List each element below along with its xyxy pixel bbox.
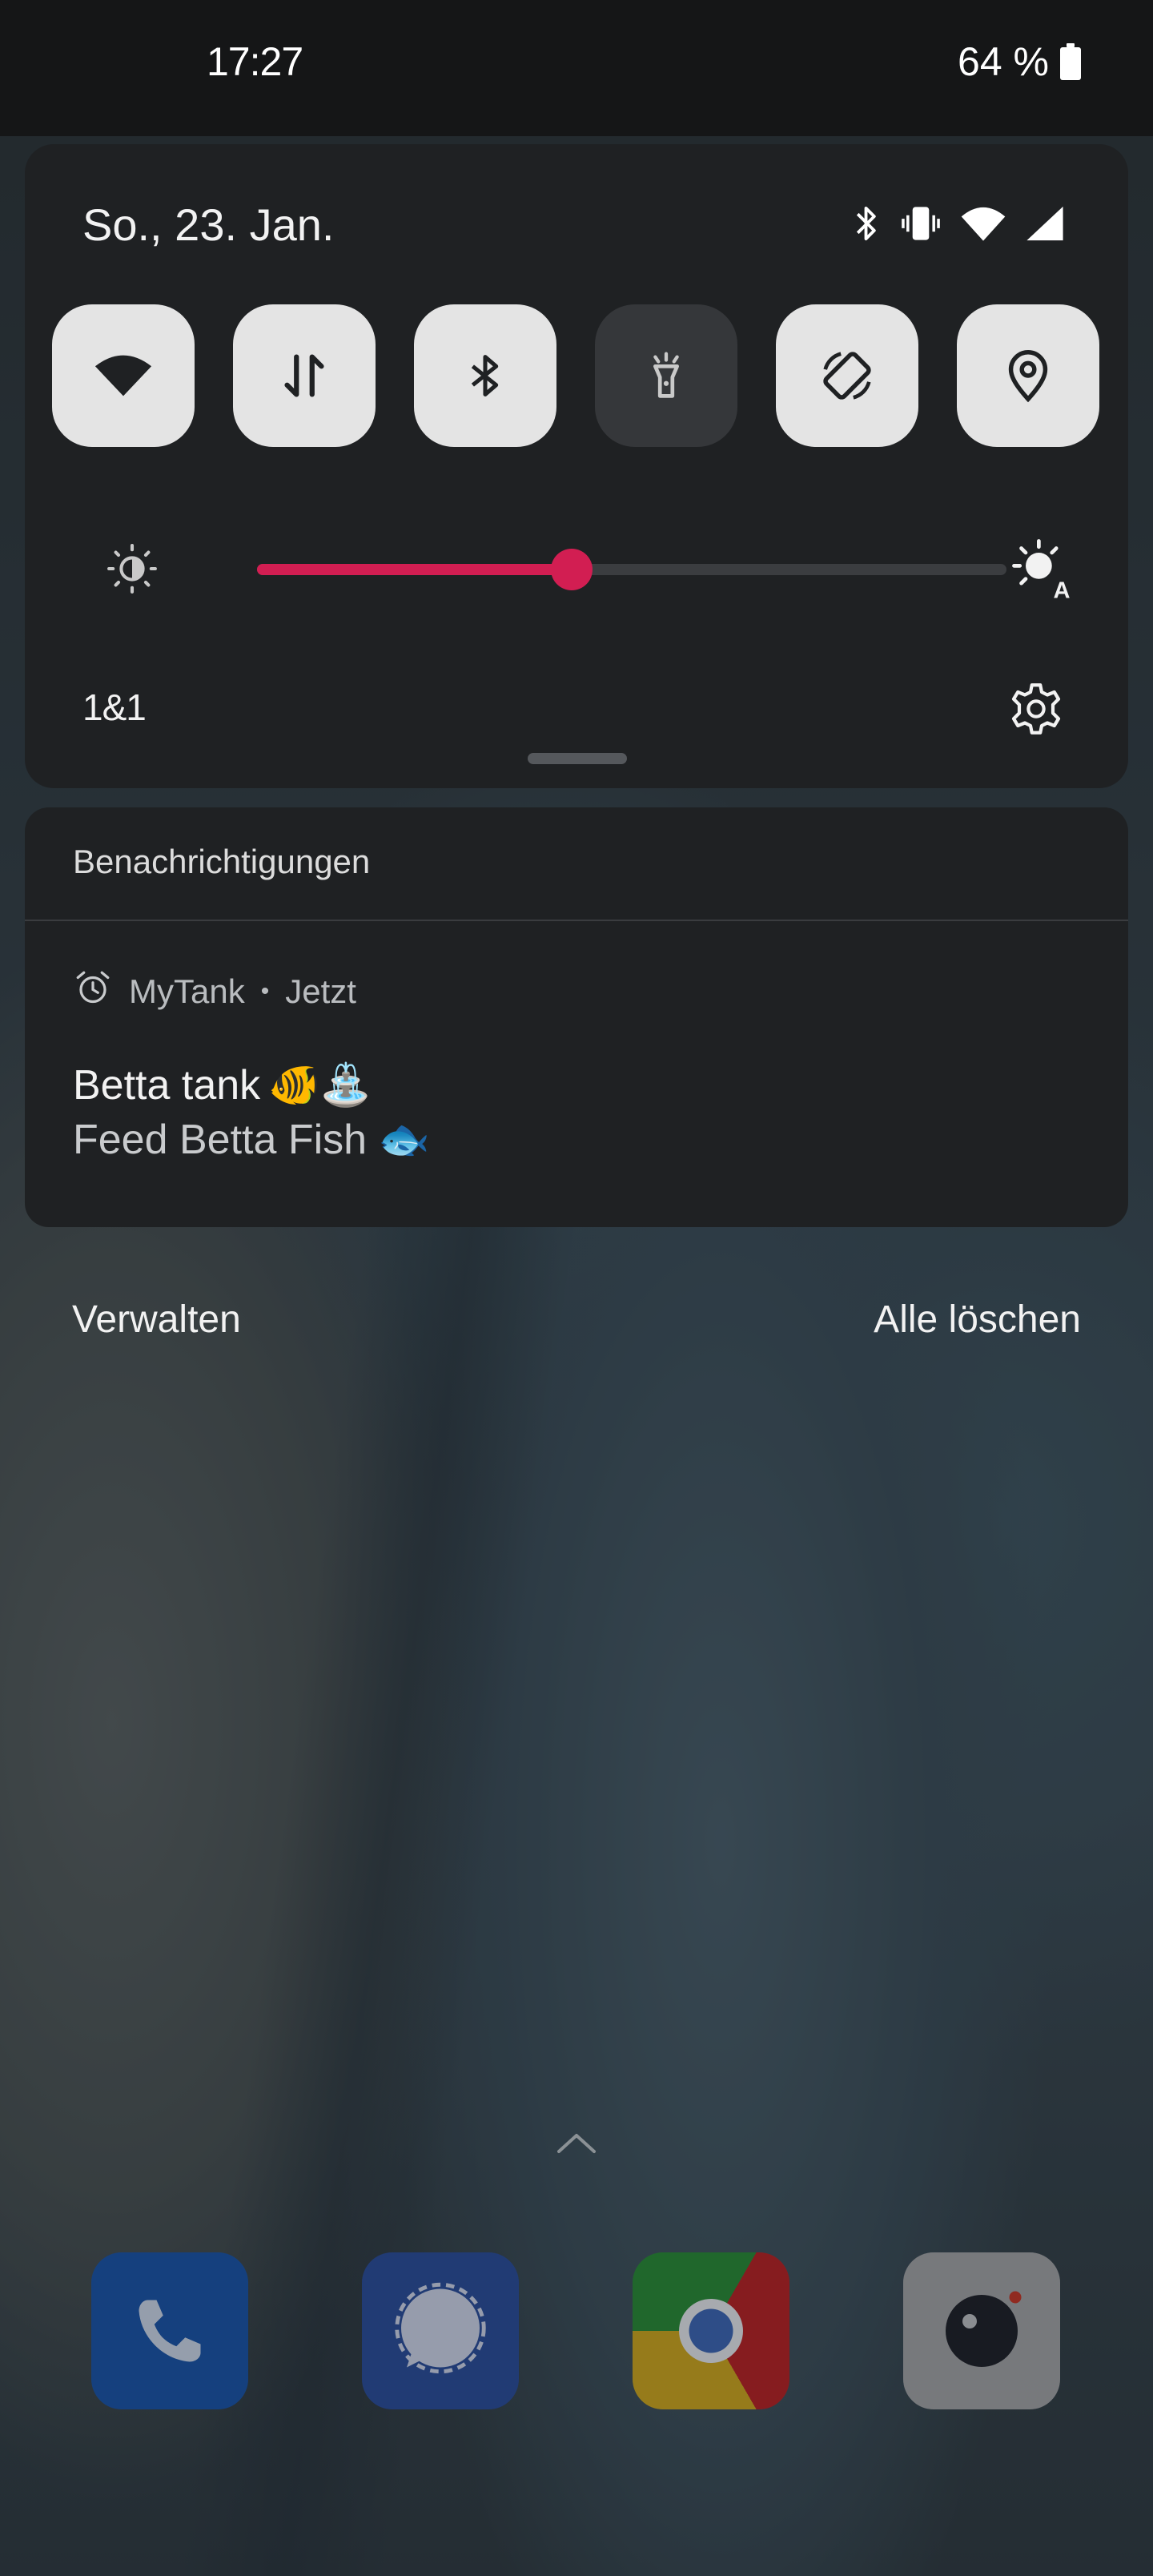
location-icon — [1008, 350, 1048, 403]
wifi-tile[interactable] — [52, 304, 195, 447]
brightness-row: A — [81, 537, 1074, 603]
bluetooth-icon — [853, 203, 882, 244]
qs-date[interactable]: So., 23. Jan. — [82, 199, 334, 251]
auto-rotate-icon — [823, 352, 871, 400]
status-time: 17:27 — [207, 39, 303, 84]
auto-brightness-icon[interactable]: A — [1010, 537, 1074, 605]
alarm-clock-icon — [73, 968, 113, 1016]
notification-text-emoji: 🐟 — [378, 1117, 430, 1163]
notification-title: Betta tank — [73, 1061, 261, 1109]
notification-card: Benachrichtigungen MyTank • Jetzt Betta … — [25, 807, 1128, 1227]
notification-meta: MyTank • Jetzt — [73, 968, 356, 1016]
notification-time: Jetzt — [285, 972, 356, 1010]
chevron-up-icon[interactable] — [556, 2131, 597, 2159]
camera-app-icon[interactable] — [903, 2252, 1060, 2409]
gear-icon[interactable] — [1008, 681, 1064, 741]
auto-rotate-tile[interactable] — [776, 304, 918, 447]
bluetooth-tile[interactable] — [414, 304, 556, 447]
mobile-data-icon — [284, 354, 324, 397]
wifi-icon — [960, 205, 1006, 242]
cellular-signal-icon — [1024, 204, 1066, 243]
flashlight-tile[interactable] — [595, 304, 737, 447]
vibrate-icon — [899, 203, 942, 244]
signal-app-icon[interactable] — [362, 2252, 519, 2409]
wifi-icon — [94, 355, 152, 396]
clear-all-button[interactable]: Alle löschen — [874, 1298, 1081, 1342]
notifications-header: Benachrichtigungen — [73, 843, 371, 880]
svg-text:A: A — [1054, 578, 1071, 601]
qs-drag-handle[interactable] — [528, 753, 627, 764]
carrier-label: 1&1 — [82, 686, 147, 728]
bluetooth-icon — [471, 355, 499, 396]
qs-status-icons — [853, 203, 1066, 244]
qs-tiles — [52, 304, 1101, 447]
notification-title-emoji: 🐠⛲ — [268, 1062, 372, 1109]
brightness-slider-thumb[interactable] — [551, 549, 593, 590]
status-bar: 17:27 64 % — [0, 0, 1153, 136]
brightness-low-icon — [105, 541, 159, 600]
flashlight-icon — [653, 352, 679, 398]
brightness-slider-fill — [257, 564, 572, 575]
manage-button[interactable]: Verwalten — [72, 1298, 241, 1342]
location-tile[interactable] — [957, 304, 1099, 447]
notification-separator: • — [260, 978, 270, 1004]
brightness-slider[interactable] — [257, 549, 1006, 590]
divider — [25, 920, 1128, 921]
battery-percent: 64 % — [958, 39, 1049, 84]
phone-app-icon[interactable] — [91, 2252, 248, 2409]
battery-full-icon — [1060, 43, 1081, 80]
notification-text-row[interactable]: Feed Betta Fish 🐟 — [73, 1115, 430, 1164]
chrome-app-icon[interactable] — [633, 2252, 789, 2409]
quick-settings-panel: So., 23. Jan. A 1&1 — [25, 144, 1128, 788]
notification-actions: Verwalten Alle löschen — [0, 1298, 1153, 1362]
notification-app-name: MyTank — [129, 972, 245, 1010]
app-dock — [0, 2252, 1153, 2413]
mobile-data-tile[interactable] — [233, 304, 376, 447]
notification-title-row[interactable]: Betta tank 🐠⛲ — [73, 1061, 372, 1109]
notification-text: Feed Betta Fish — [73, 1116, 368, 1163]
battery-indicator: 64 % — [958, 38, 1081, 85]
